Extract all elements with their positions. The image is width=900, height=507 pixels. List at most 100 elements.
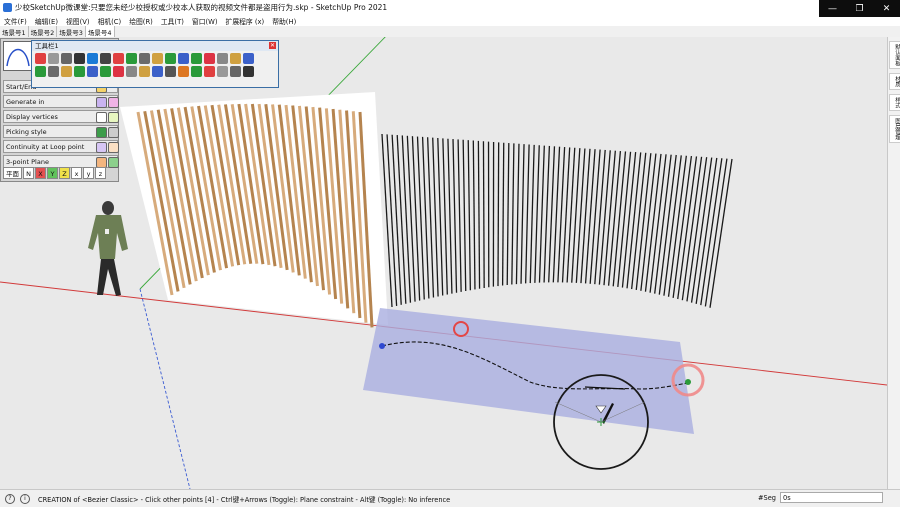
model-slat — [507, 143, 509, 285]
toolbar-tool-icon[interactable] — [191, 53, 202, 64]
axis-y-button[interactable]: Y — [47, 167, 58, 179]
toolbar-row-2 — [32, 64, 278, 77]
toolbar-tool-icon[interactable] — [126, 53, 137, 64]
axis-n-button[interactable]: N — [23, 167, 34, 179]
measurements-input[interactable]: 0s — [780, 492, 883, 503]
toolbar-tool-icon[interactable] — [178, 66, 189, 77]
menu-edit[interactable]: 编辑(E) — [35, 16, 58, 26]
continuity-icon-a[interactable] — [96, 142, 107, 153]
toolbar-tool-icon[interactable] — [61, 66, 72, 77]
status-help-icon[interactable]: ? — [5, 494, 15, 504]
scene-tab-4[interactable]: 场景号4 — [86, 26, 115, 37]
bezier-curve-logo-icon[interactable] — [3, 41, 33, 71]
tray-tab-materials[interactable]: 材质 — [889, 73, 900, 90]
scene-tab-2[interactable]: 场景号2 — [29, 26, 58, 37]
toolbar-tool-icon[interactable] — [100, 66, 111, 77]
window-title: 少校SketchUp微课堂:只要您未经少校授权或少校本人获取的视频文件都是盗用行… — [15, 2, 387, 13]
slat-wall-model — [382, 134, 732, 308]
toolbar-tool-icon[interactable] — [217, 66, 228, 77]
model-slat — [473, 141, 475, 290]
toolbar-tool-icon[interactable] — [243, 66, 254, 77]
axis-z-local-button[interactable]: z — [95, 167, 106, 179]
toolbar-tool-icon[interactable] — [139, 53, 150, 64]
axis-z-button[interactable]: Z — [59, 167, 70, 179]
scene-tab-1[interactable]: 场景号1 — [0, 26, 29, 37]
menu-window[interactable]: 窗口(W) — [192, 16, 218, 26]
option-3-point-plane-label: 3-point Plane — [6, 158, 49, 166]
option-picking-style[interactable]: Picking style — [3, 125, 118, 138]
status-info-icon[interactable]: i — [20, 494, 30, 504]
toolbar-tool-icon[interactable] — [178, 53, 189, 64]
bezier-start-point[interactable] — [379, 343, 385, 349]
axis-y-local-button[interactable]: y — [83, 167, 94, 179]
viewport-drawing — [0, 37, 887, 489]
toolbar-tool-icon[interactable] — [87, 66, 98, 77]
model-slat — [526, 145, 529, 284]
model-slat — [443, 138, 447, 294]
menu-extensions[interactable]: 扩展程序 (x) — [226, 16, 265, 26]
toolbar-tool-icon[interactable] — [61, 53, 72, 64]
toolbar-tool-icon[interactable] — [87, 53, 98, 64]
toolbar-tool-icon[interactable] — [230, 53, 241, 64]
toolbar-tool-icon[interactable] — [35, 53, 46, 64]
tray-tab-styles[interactable]: 样式 — [889, 94, 900, 111]
toolbar-tool-icon[interactable] — [191, 66, 202, 77]
continuity-icon-b[interactable] — [108, 142, 119, 153]
toolbar-tool-icon[interactable] — [126, 66, 137, 77]
menu-view[interactable]: 视图(V) — [66, 16, 90, 26]
axis-x-button[interactable]: X — [35, 167, 46, 179]
picking-style-icon-b[interactable] — [108, 127, 119, 138]
display-vertices-icon-b[interactable] — [108, 112, 119, 123]
display-vertices-icon-a[interactable] — [96, 112, 107, 123]
toolbar-header[interactable]: 工具栏1✕ — [32, 41, 278, 51]
menu-camera[interactable]: 相机(C) — [98, 16, 122, 26]
toolbar-close-button[interactable]: ✕ — [269, 42, 276, 49]
model-slat — [576, 148, 585, 282]
toolbar-tool-icon[interactable] — [204, 66, 215, 77]
tray-tab-layers[interactable]: 图层管理 — [889, 115, 900, 143]
option-generate-in[interactable]: Generate in — [3, 95, 118, 108]
model-slat — [678, 156, 697, 299]
menu-file[interactable]: 文件(F) — [4, 16, 27, 26]
model-slat — [586, 149, 595, 283]
toolbar-tool-icon[interactable] — [152, 53, 163, 64]
menu-tools[interactable]: 工具(T) — [161, 16, 184, 26]
toolbar-tool-icon[interactable] — [48, 53, 59, 64]
menu-help[interactable]: 帮助(H) — [272, 16, 296, 26]
bezier-end-point[interactable] — [685, 379, 691, 385]
menu-draw[interactable]: 绘图(R) — [129, 16, 153, 26]
sketchup-app-icon — [3, 3, 12, 12]
toolbar-tool-icon[interactable] — [165, 53, 176, 64]
option-display-vertices[interactable]: Display vertices — [3, 110, 118, 123]
generate-in-icon-b[interactable] — [108, 97, 119, 108]
model-slat — [599, 150, 610, 284]
toolbar-tool-icon[interactable] — [100, 53, 111, 64]
axis-plane-button[interactable]: 平面 — [3, 167, 22, 179]
model-slat — [448, 139, 452, 294]
option-picking-style-label: Picking style — [6, 128, 47, 136]
toolbar-tool-icon[interactable] — [139, 66, 150, 77]
toolbar-tool-icon[interactable] — [74, 66, 85, 77]
toolbar-tool-icon[interactable] — [152, 66, 163, 77]
axis-x-local-button[interactable]: x — [71, 167, 82, 179]
toolbar-tool-icon[interactable] — [230, 66, 241, 77]
generate-in-icon-a[interactable] — [96, 97, 107, 108]
option-display-vertices-label: Display vertices — [6, 113, 58, 121]
toolbar-tool-icon[interactable] — [204, 53, 215, 64]
toolbar-tool-icon[interactable] — [74, 53, 85, 64]
model-viewport[interactable] — [0, 37, 887, 489]
option-continuity-loop[interactable]: Continuity at Loop point — [3, 140, 118, 153]
tray-tab-default[interactable]: 默认面板 — [889, 41, 900, 69]
toolbar-tool-icon[interactable] — [35, 66, 46, 77]
toolbar-tool-icon[interactable] — [113, 66, 124, 77]
3-point-plane-icon-b[interactable] — [108, 157, 119, 168]
toolbar-tool-icon[interactable] — [165, 66, 176, 77]
option-generate-in-label: Generate in — [6, 98, 44, 106]
picking-style-icon-a[interactable] — [96, 127, 107, 138]
model-slat — [521, 144, 524, 284]
toolbar-tool-icon[interactable] — [113, 53, 124, 64]
toolbar-tool-icon[interactable] — [243, 53, 254, 64]
toolbar-tool-icon[interactable] — [48, 66, 59, 77]
scene-tab-3[interactable]: 场景号3 — [57, 26, 86, 37]
toolbar-tool-icon[interactable] — [217, 53, 228, 64]
